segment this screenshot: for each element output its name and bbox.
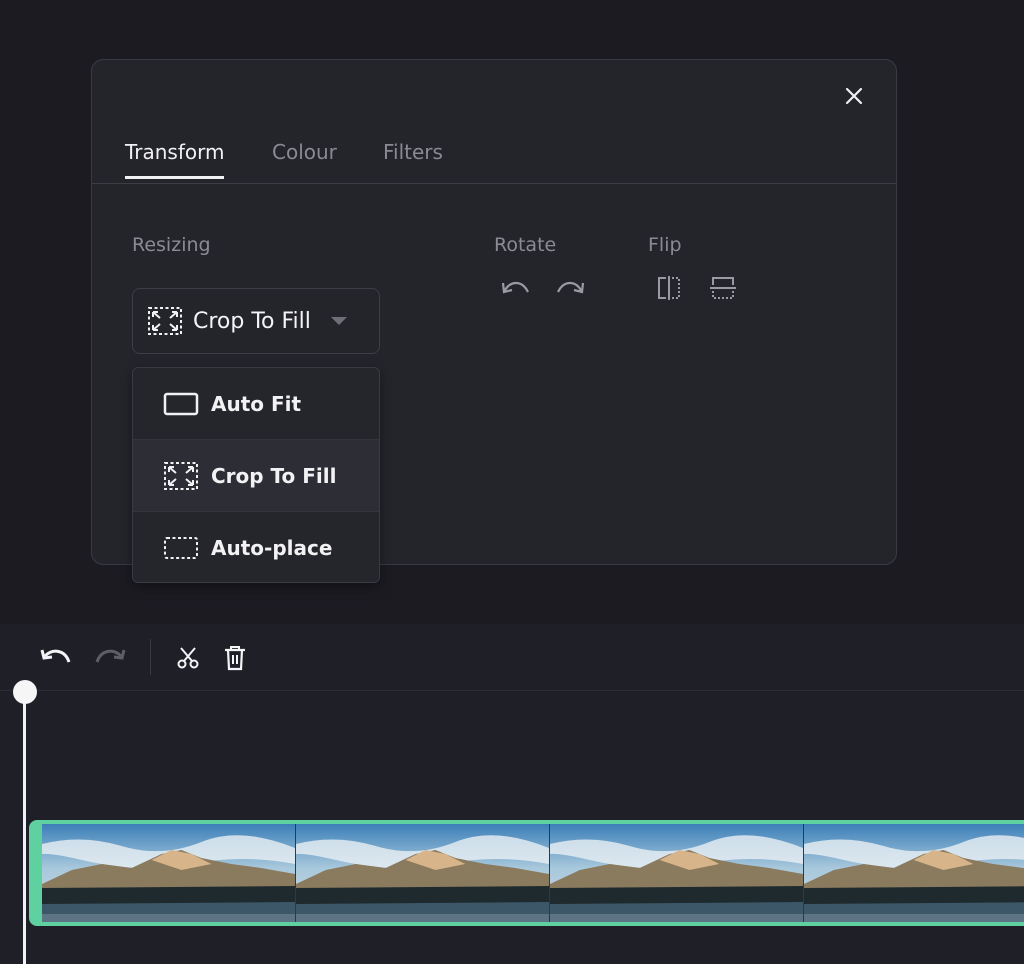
timeline: [0, 624, 1024, 964]
dropdown-item-label: Crop To Fill: [211, 463, 337, 488]
playhead-handle[interactable]: [13, 680, 37, 704]
resizing-label: Resizing: [132, 234, 211, 256]
timeline-toolbar: [0, 624, 1024, 691]
clip-thumbnail: [550, 824, 804, 922]
tab-colour[interactable]: Colour: [272, 140, 337, 176]
toolbar-divider: [150, 639, 151, 675]
dropdown-item-crop-to-fill[interactable]: Crop To Fill: [133, 440, 379, 512]
tab-filters[interactable]: Filters: [383, 140, 443, 176]
flip-horizontal-icon: [658, 276, 680, 300]
playhead-line[interactable]: [23, 690, 26, 964]
rotate-left-icon: [501, 281, 529, 294]
rotate-right-button[interactable]: [550, 272, 590, 302]
redo-icon: [95, 649, 126, 663]
tab-transform[interactable]: Transform: [125, 140, 225, 179]
undo-button[interactable]: [38, 642, 74, 674]
clip-thumbnail: [296, 824, 550, 922]
flip-label: Flip: [648, 234, 682, 256]
scissors-icon: [177, 647, 199, 669]
dropdown-item-label: Auto Fit: [211, 391, 302, 416]
auto-fit-icon: [163, 392, 199, 415]
resize-mode-value: Crop To Fill: [193, 308, 311, 334]
flip-vertical-button[interactable]: [706, 272, 740, 304]
rotate-left-button[interactable]: [496, 272, 536, 302]
crop-to-fill-icon: [148, 307, 182, 335]
dropdown-item-label: Auto-place: [211, 536, 333, 560]
rotate-right-icon: [557, 281, 585, 294]
resize-mode-select[interactable]: Crop To Fill: [132, 288, 380, 354]
flip-vertical-icon: [710, 277, 736, 299]
dropdown-item-auto-fit[interactable]: Auto Fit: [133, 368, 379, 440]
clip-thumbnail: [804, 824, 1024, 922]
chevron-down-icon: [330, 317, 347, 325]
dropdown-item-auto-place[interactable]: Auto-place: [133, 512, 379, 582]
clip-thumbnail: [42, 824, 296, 922]
clip-thumbnails: [42, 824, 1024, 922]
resize-mode-dropdown: Auto Fit Crop To Fill Auto-place: [132, 367, 380, 583]
tab-bar: Transform Colour Filters: [92, 60, 896, 184]
video-clip[interactable]: [29, 820, 1024, 926]
rotate-label: Rotate: [494, 234, 557, 256]
trash-icon: [225, 646, 245, 671]
auto-place-icon: [164, 537, 198, 559]
redo-button[interactable]: [92, 642, 128, 674]
split-button[interactable]: [172, 642, 204, 674]
flip-horizontal-button[interactable]: [652, 272, 686, 304]
undo-icon: [40, 649, 71, 663]
crop-to-fill-icon: [164, 461, 198, 490]
delete-button[interactable]: [220, 642, 250, 674]
